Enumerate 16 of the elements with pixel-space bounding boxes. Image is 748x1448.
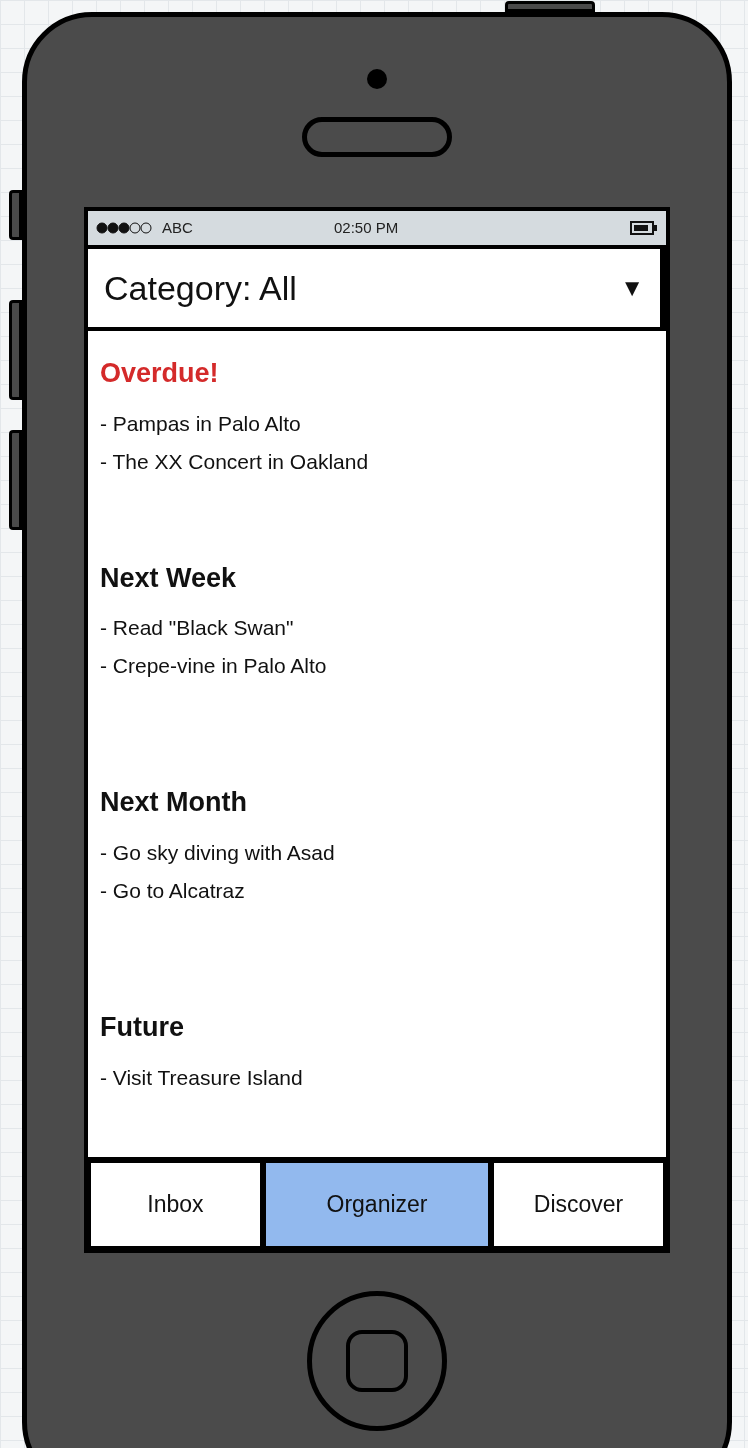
camera-icon [367, 69, 387, 89]
battery-icon [630, 220, 658, 236]
section-heading: Next Month [100, 786, 248, 820]
category-dropdown[interactable]: Category: All ▼ [88, 245, 666, 331]
list-item[interactable]: - Visit Treasure Island [100, 1055, 654, 1100]
tab[interactable]: Organizer [263, 1160, 491, 1249]
signal-icon [96, 222, 154, 234]
section-heading: Future [100, 1011, 185, 1045]
clock-time: 02:50 PM [334, 217, 399, 238]
section-heading: Overdue! [100, 357, 220, 390]
section-heading: Next Week [100, 561, 238, 595]
tab[interactable]: Discover [491, 1160, 666, 1249]
speaker-icon [302, 117, 452, 157]
home-button[interactable] [307, 1291, 447, 1431]
carrier-label: ABC [162, 217, 193, 238]
tab[interactable]: Inbox [88, 1160, 263, 1249]
